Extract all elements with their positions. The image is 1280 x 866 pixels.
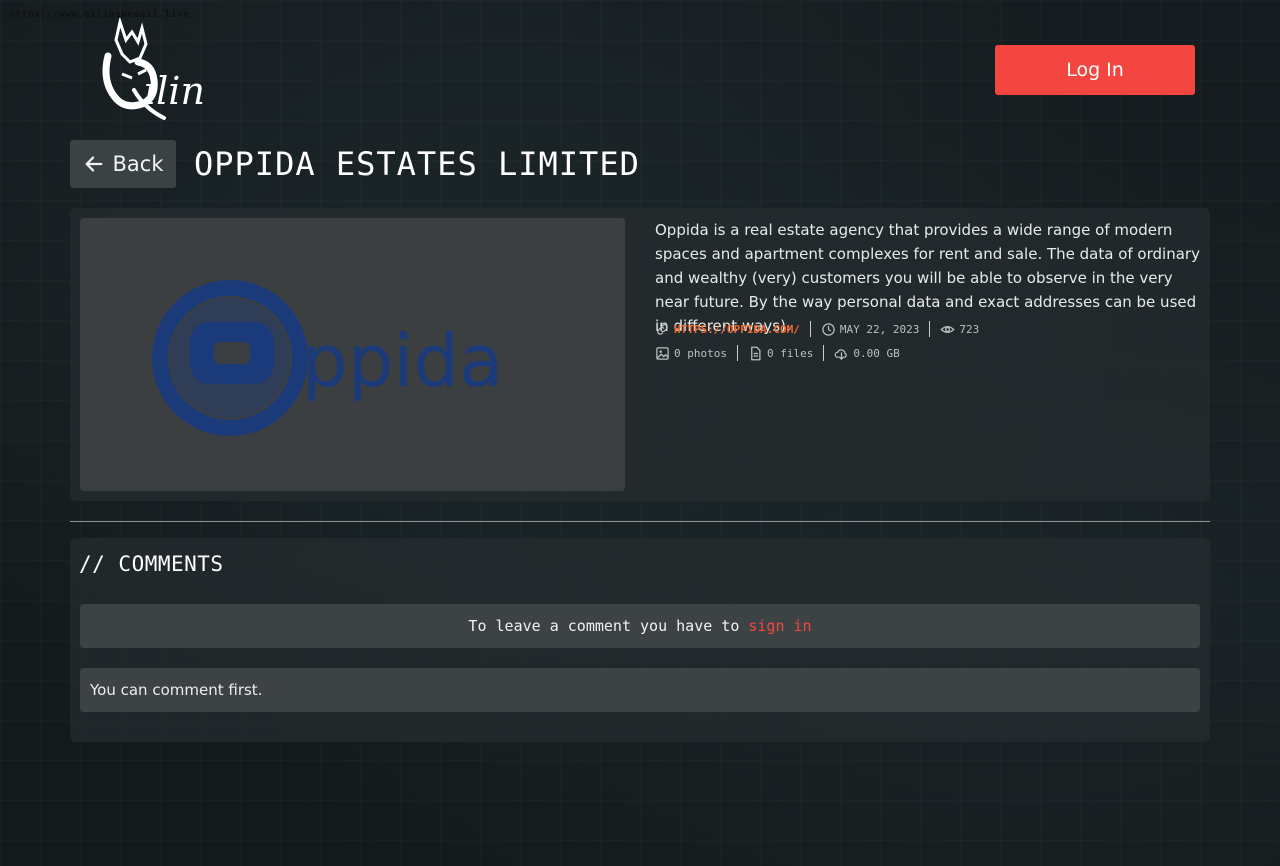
arrow-left-icon [85, 156, 102, 172]
back-label: Back [112, 152, 164, 176]
qilin-logo[interactable]: ilin [82, 16, 217, 122]
meta-separator [736, 345, 738, 361]
back-button[interactable]: Back [70, 140, 176, 188]
page-title: OPPIDA ESTATES LIMITED [194, 145, 640, 183]
website-link[interactable]: HTTPS://OPPIDA.COM/ [674, 323, 800, 336]
no-comments-message: You can comment first. [80, 668, 1200, 712]
company-logo-image: ppida [80, 218, 625, 491]
eye-icon [940, 325, 956, 333]
clock-icon [822, 322, 835, 336]
website-meta: HTTPS://OPPIDA.COM/ [655, 320, 800, 338]
comments-section: // COMMENTS To leave a comment you have … [70, 538, 1210, 742]
login-button[interactable]: Log In [995, 45, 1195, 95]
svg-text:ilin: ilin [144, 69, 205, 113]
image-icon [656, 346, 669, 360]
svg-text:ppida: ppida [302, 319, 503, 403]
link-icon [657, 323, 668, 335]
section-divider [70, 521, 1210, 522]
meta-separator [823, 345, 825, 361]
file-icon [751, 346, 761, 360]
post-card: ppida Oppida is a real estate agency tha… [70, 208, 1210, 501]
files-meta: 0 files [748, 344, 813, 362]
meta-separator [929, 321, 931, 337]
data-size: 0.00 GB [853, 346, 900, 360]
meta-row-primary: HTTPS://OPPIDA.COM/ MAY 22, 2023 723 [655, 320, 979, 338]
signin-prompt-box: To leave a comment you have to sign in [80, 604, 1200, 648]
date-meta: MAY 22, 2023 [821, 320, 919, 338]
photos-meta: 0 photos [655, 344, 727, 362]
views-meta: 723 [940, 320, 979, 338]
file-count: 0 files [766, 346, 814, 360]
size-meta: 0.00 GB [834, 344, 900, 362]
cloud-download-icon [834, 348, 848, 360]
view-count: 723 [959, 322, 980, 336]
meta-separator [809, 321, 811, 337]
signin-prompt-text: To leave a comment you have to [468, 617, 740, 635]
meta-row-secondary: 0 photos 0 files 0.00 GB [655, 344, 900, 362]
signin-link[interactable]: sign in [748, 617, 811, 635]
comments-title: // COMMENTS [79, 552, 224, 576]
post-date: MAY 22, 2023 [839, 322, 920, 336]
photo-count: 0 photos [674, 346, 727, 360]
